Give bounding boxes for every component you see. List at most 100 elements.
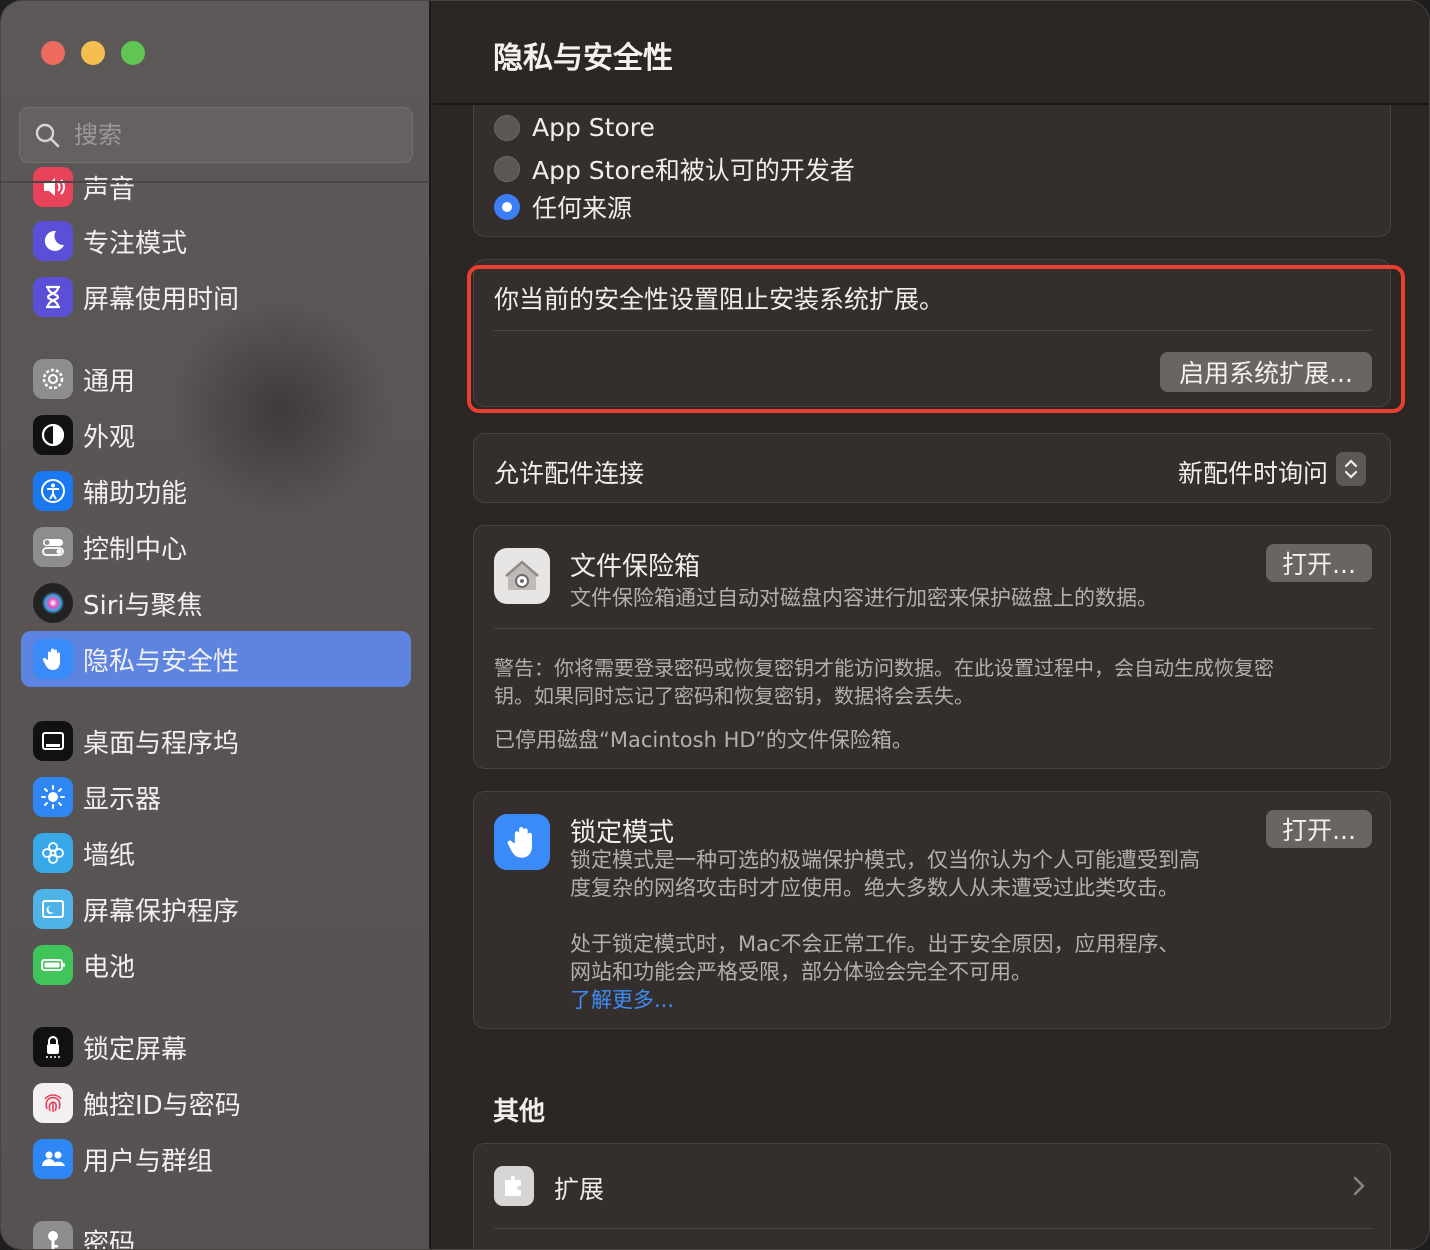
sidebar-item-label: 通用 (83, 366, 136, 397)
sidebar-item-label: 声音 (83, 174, 136, 205)
speaker-icon (33, 167, 73, 207)
lockdown-hand-icon (494, 814, 550, 870)
lockdown-card: 锁定模式 锁定模式是一种可选的极端保护模式，仅当你认为个人可能遭受到高 度复杂的… (473, 791, 1391, 1029)
sidebar-item-wallpaper[interactable]: 墙纸 (21, 825, 411, 881)
accessories-card: 允许配件连接 新配件时询问 (473, 433, 1391, 503)
sidebar-item-label: 桌面与程序坞 (83, 728, 240, 759)
sidebar-item-label: 显示器 (83, 784, 162, 815)
radio-anywhere[interactable]: 任何来源 (494, 189, 632, 225)
radio-app-store[interactable]: App Store (494, 113, 655, 142)
sidebar-item-label: Siri与聚焦 (83, 590, 203, 621)
filevault-warning-line2: 钥。如果同时忘记了密码和恢复密钥，数据将会丢失。 (494, 684, 974, 708)
radio-label: App Store (532, 113, 655, 142)
sidebar-item-appearance[interactable]: 外观 (21, 407, 411, 463)
search-field[interactable] (19, 107, 413, 163)
battery-icon (33, 945, 73, 985)
sidebar-item-siri[interactable]: Siri与聚焦 (21, 575, 411, 631)
sidebar-item-label: 锁定屏幕 (83, 1034, 188, 1065)
radio-button-selected[interactable] (494, 194, 520, 220)
sidebar-item-label: 辅助功能 (83, 478, 188, 509)
search-icon (35, 123, 60, 148)
extensions-label: 扩展 (554, 1175, 605, 1204)
minimize-window-button[interactable] (81, 41, 105, 65)
lock-icon (33, 1027, 73, 1067)
toggles-icon (33, 527, 73, 567)
filevault-house-icon (494, 548, 550, 604)
flower-icon (33, 833, 73, 873)
search-divider (1, 181, 429, 183)
sidebar-item-lock-screen[interactable]: 锁定屏幕 (21, 1019, 411, 1075)
sidebar-item-touch-id[interactable]: 触控ID与密码 (21, 1075, 411, 1131)
filevault-status: 已停用磁盘“Macintosh HD”的文件保险箱。 (494, 728, 913, 752)
siri-icon (33, 583, 73, 623)
sidebar-item-label: 控制中心 (83, 534, 188, 565)
lockdown-desc-line1: 锁定模式是一种可选的极端保护模式，仅当你认为个人可能遭受到高 (570, 848, 1200, 872)
sidebar-item-users-groups[interactable]: 用户与群组 (21, 1131, 411, 1187)
sidebar-item-general[interactable]: 通用 (21, 351, 411, 407)
main-pane: App Store App Store和被认可的开发者 任何来源 你当前的安全性… (433, 1, 1429, 1249)
sidebar-item-screen-time[interactable]: 屏幕使用时间 (21, 269, 411, 325)
others-card: 扩展 (473, 1143, 1392, 1249)
page-title: 隐私与安全性 (493, 41, 673, 76)
sidebar-item-label: 触控ID与密码 (83, 1090, 241, 1121)
sidebar-item-control-center[interactable]: 控制中心 (21, 519, 411, 575)
enable-system-extensions-button[interactable]: 启用系统扩展... (1160, 352, 1372, 392)
sidebar-item-passwords[interactable]: 密码 (21, 1213, 411, 1250)
search-input[interactable] (74, 121, 374, 149)
sidebar-item-label: 屏幕使用时间 (83, 284, 240, 315)
divider (494, 330, 1372, 331)
filevault-warning-line1: 警告：你将需要登录密码或恢复密钥才能访问数据。在此设置过程中，会自动生成恢复密 (494, 656, 1274, 680)
sidebar-item-label: 密码 (83, 1228, 136, 1250)
sidebar-item-screen-saver[interactable]: 屏幕保护程序 (21, 881, 411, 937)
sidebar-item-privacy-security[interactable]: 隐私与安全性 (21, 631, 411, 687)
settings-window: 声音 专注模式 屏幕使用时间 通用 (0, 0, 1430, 1250)
sidebar-nav: 声音 专注模式 屏幕使用时间 通用 外观 辅助功能 控制中心 Siri与聚焦 隐… (1, 161, 429, 1250)
sidebar-item-label: 用户与群组 (83, 1146, 214, 1177)
zoom-window-button[interactable] (121, 41, 145, 65)
filevault-description: 文件保险箱通过自动对磁盘内容进行加密来保护磁盘上的数据。 (570, 586, 1158, 610)
dock-icon (33, 721, 73, 761)
fingerprint-icon (33, 1083, 73, 1123)
sidebar-item-desktop-dock[interactable]: 桌面与程序坞 (21, 713, 411, 769)
extensions-row[interactable]: 扩展 (474, 1144, 1392, 1228)
popup-stepper[interactable] (1336, 452, 1366, 486)
learn-more-link[interactable]: 了解更多... (570, 984, 674, 1014)
appearance-icon (33, 415, 73, 455)
hand-icon (33, 639, 73, 679)
accessories-value[interactable]: 新配件时询问 (1178, 454, 1328, 490)
lockdown-desc-line4: 网站和功能会严格受限，部分体验会完全不可用。 (570, 960, 1032, 984)
lockdown-desc-line2: 度复杂的网络攻击时才应使用。绝大多数人从未遭受过此类攻击。 (570, 876, 1179, 900)
radio-button[interactable] (494, 156, 520, 182)
sidebar-item-sound[interactable]: 声音 (21, 161, 411, 215)
puzzle-icon (494, 1166, 534, 1206)
accessibility-icon (33, 471, 73, 511)
sidebar-item-label: 外观 (83, 422, 136, 453)
key-icon (33, 1221, 73, 1249)
filevault-turn-on-button[interactable]: 打开... (1266, 544, 1372, 582)
sun-icon (33, 777, 73, 817)
sidebar: 声音 专注模式 屏幕使用时间 通用 (1, 1, 431, 1250)
sidebar-item-label: 墙纸 (83, 840, 136, 871)
radio-label: App Store和被认可的开发者 (532, 156, 855, 185)
sidebar-item-accessibility[interactable]: 辅助功能 (21, 463, 411, 519)
sidebar-item-focus[interactable]: 专注模式 (21, 213, 411, 269)
system-extension-card: 你当前的安全性设置阻止安装系统扩展。 启用系统扩展... (473, 259, 1391, 407)
lockdown-turn-on-button[interactable]: 打开... (1266, 810, 1372, 848)
radio-label: 任何来源 (532, 194, 633, 223)
radio-button[interactable] (494, 114, 520, 141)
close-window-button[interactable] (41, 41, 65, 65)
users-icon (33, 1139, 73, 1179)
sidebar-item-battery[interactable]: 电池 (21, 937, 411, 993)
title-bar: 隐私与安全性 (433, 1, 1429, 105)
filevault-card: 文件保险箱 文件保险箱通过自动对磁盘内容进行加密来保护磁盘上的数据。 打开...… (473, 525, 1391, 769)
sidebar-item-label: 电池 (83, 952, 136, 983)
gear-icon (33, 359, 73, 399)
chevron-up-down-icon (1344, 459, 1358, 479)
hourglass-icon (33, 277, 73, 317)
radio-app-store-identified[interactable]: App Store和被认可的开发者 (494, 151, 855, 187)
system-extension-message: 你当前的安全性设置阻止安装系统扩展。 (494, 285, 945, 314)
sidebar-item-label: 专注模式 (83, 228, 188, 259)
sidebar-item-label: 隐私与安全性 (83, 646, 240, 677)
sidebar-item-displays[interactable]: 显示器 (21, 769, 411, 825)
lockdown-desc-line3: 处于锁定模式时，Mac不会正常工作。出于安全原因，应用程序、 (570, 932, 1180, 956)
